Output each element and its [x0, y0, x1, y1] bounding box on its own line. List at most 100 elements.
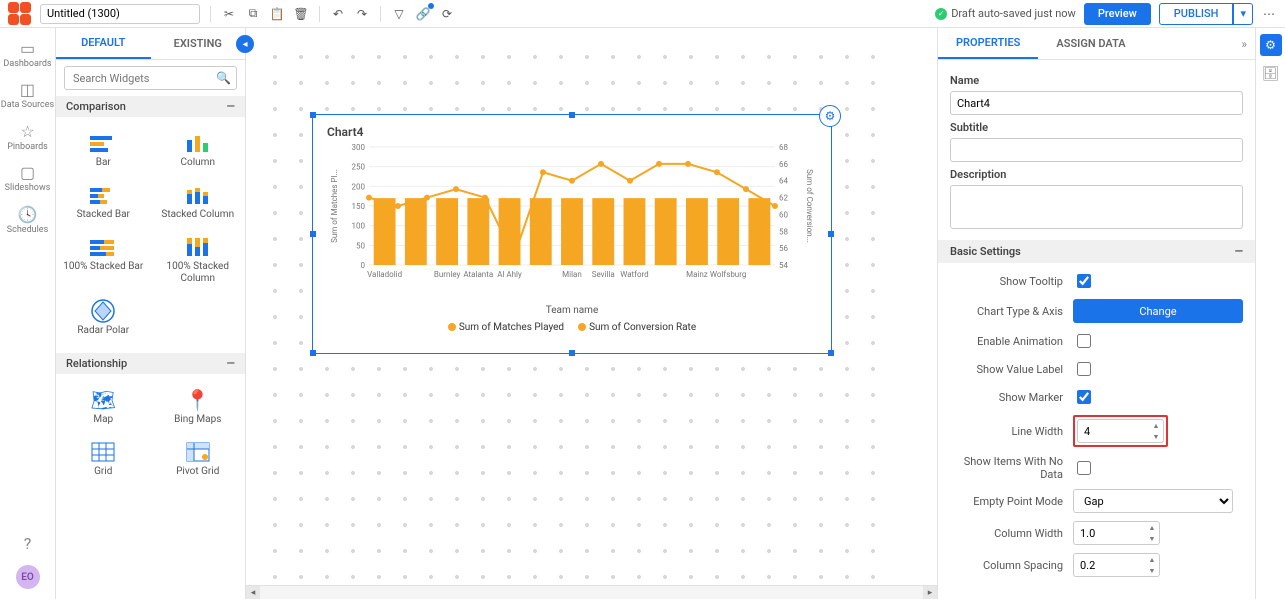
line-width-input[interactable] — [1077, 419, 1149, 443]
svg-text:300: 300 — [352, 143, 366, 152]
show-tooltip-checkbox[interactable] — [1077, 274, 1091, 288]
column-width-input[interactable] — [1073, 521, 1145, 545]
paste-icon[interactable]: 📋 — [269, 6, 285, 22]
label-show-value: Show Value Label — [950, 363, 1063, 376]
undo-icon[interactable]: ↶ — [330, 6, 346, 22]
spin-down-icon[interactable]: ▼ — [1145, 533, 1159, 544]
spin-up-icon[interactable]: ▲ — [1145, 522, 1159, 533]
svg-text:250: 250 — [352, 163, 366, 172]
nav-data-sources[interactable]: ◫Data Sources — [1, 81, 54, 110]
database-icon[interactable]: 🗄 — [1262, 66, 1280, 82]
tab-default[interactable]: DEFAULT — [56, 28, 151, 59]
column-spacing-input[interactable] — [1073, 553, 1145, 577]
label-show-no-data: Show Items With No Data — [950, 455, 1063, 481]
empty-point-mode-select[interactable]: Gap — [1073, 489, 1233, 513]
nav-schedules[interactable]: 🕓Schedules — [7, 206, 48, 235]
svg-text:200: 200 — [352, 182, 366, 191]
label-show-marker: Show Marker — [950, 391, 1063, 404]
expand-panel-icon[interactable]: » — [1233, 37, 1255, 51]
subtitle-input[interactable] — [950, 138, 1243, 162]
widget-sidebar: DEFAULT EXISTING ◂ 🔍 Comparison— Bar Col… — [56, 28, 246, 599]
svg-text:Mainz: Mainz — [686, 270, 708, 279]
nav-dashboards[interactable]: ▭Dashboards — [3, 40, 51, 69]
svg-text:66: 66 — [779, 160, 788, 169]
minus-icon: — — [227, 100, 235, 113]
svg-text:0: 0 — [361, 261, 366, 270]
svg-text:Atalanta: Atalanta — [463, 270, 493, 279]
widget-column[interactable]: Column — [151, 125, 246, 177]
collapse-sidebar-icon[interactable]: ◂ — [236, 35, 254, 53]
refresh-icon[interactable]: ⟳ — [439, 6, 455, 22]
widget-map[interactable]: 🗺Map — [56, 382, 151, 434]
design-canvas[interactable]: ⚙ Chart4 0501001502002503005456586062646… — [246, 28, 937, 599]
spin-up-icon[interactable]: ▲ — [1149, 420, 1163, 431]
chart-xlabel: Team name — [313, 305, 831, 316]
section-basic-settings[interactable]: Basic Settings— — [938, 240, 1255, 263]
filter-icon[interactable]: ▽ — [391, 6, 407, 22]
chart-title: Chart4 — [313, 115, 831, 139]
tab-properties[interactable]: PROPERTIES — [938, 28, 1038, 59]
show-marker-checkbox[interactable] — [1077, 390, 1091, 404]
svg-text:60: 60 — [779, 210, 788, 219]
svg-text:68: 68 — [779, 143, 788, 152]
tab-assign-data[interactable]: ASSIGN DATA — [1038, 29, 1143, 58]
widget-grid[interactable]: Grid — [56, 434, 151, 486]
widget-radar-polar[interactable]: Radar Polar — [56, 293, 151, 345]
search-icon: 🔍 — [216, 71, 231, 85]
nav-slideshows[interactable]: ▢Slideshows — [5, 164, 51, 193]
publish-dropdown[interactable]: ▾ — [1233, 3, 1253, 25]
preview-button[interactable]: Preview — [1084, 3, 1151, 25]
name-input[interactable] — [950, 91, 1243, 115]
minus-icon: — — [1235, 245, 1243, 258]
description-input[interactable] — [950, 185, 1243, 229]
widget-pivot-grid[interactable]: Pivot Grid — [151, 434, 246, 486]
user-avatar[interactable]: EO — [16, 565, 40, 589]
cut-icon[interactable]: ✂ — [221, 6, 237, 22]
label-enable-animation: Enable Animation — [950, 335, 1063, 348]
change-chart-type-button[interactable]: Change — [1073, 299, 1243, 323]
spin-down-icon[interactable]: ▼ — [1149, 431, 1163, 442]
widget-settings-icon[interactable]: ⚙ — [819, 105, 841, 127]
minus-icon: — — [227, 357, 235, 370]
show-no-data-checkbox[interactable] — [1077, 461, 1091, 475]
horizontal-scrollbar[interactable]: ◂ ▸ — [246, 585, 937, 599]
enable-animation-checkbox[interactable] — [1077, 334, 1091, 348]
show-value-label-checkbox[interactable] — [1077, 362, 1091, 376]
widget-stacked-column[interactable]: Stacked Column — [151, 177, 246, 229]
nav-pinboards[interactable]: ☆Pinboards — [7, 123, 48, 152]
chart-widget[interactable]: ⚙ Chart4 0501001502002503005456586062646… — [312, 114, 832, 354]
delete-icon[interactable]: 🗑 — [293, 6, 309, 22]
app-logo — [8, 2, 32, 26]
right-panel: PROPERTIES ASSIGN DATA » Name Subtitle D… — [937, 28, 1285, 599]
spin-down-icon[interactable]: ▼ — [1145, 565, 1159, 576]
section-relationship[interactable]: Relationship— — [56, 353, 245, 374]
widget-bar[interactable]: Bar — [56, 125, 151, 177]
link-icon[interactable]: 🔗 — [415, 6, 431, 22]
datasources-icon: ◫ — [20, 81, 35, 99]
scroll-right-icon[interactable]: ▸ — [923, 586, 937, 599]
svg-text:Al Ahly: Al Ahly — [497, 270, 522, 279]
widget-100-stacked-column[interactable]: 100% Stacked Column — [151, 229, 246, 293]
widget-100-stacked-bar[interactable]: 100% Stacked Bar — [56, 229, 151, 293]
spin-up-icon[interactable]: ▲ — [1145, 554, 1159, 565]
tab-existing[interactable]: EXISTING — [151, 29, 246, 58]
scroll-left-icon[interactable]: ◂ — [246, 586, 260, 599]
check-icon: ✓ — [935, 8, 947, 20]
gear-icon[interactable]: ⚙ — [1260, 34, 1282, 56]
help-icon[interactable]: ? — [24, 534, 32, 553]
svg-text:54: 54 — [779, 261, 788, 270]
publish-button[interactable]: PUBLISH — [1159, 3, 1234, 25]
redo-icon[interactable]: ↷ — [354, 6, 370, 22]
svg-text:56: 56 — [779, 244, 788, 253]
svg-text:Burnley: Burnley — [434, 270, 461, 279]
svg-text:100: 100 — [352, 222, 366, 231]
more-icon[interactable]: ⋯ — [1261, 6, 1277, 22]
schedules-icon: 🕓 — [18, 206, 38, 224]
label-show-tooltip: Show Tooltip — [950, 275, 1063, 288]
widget-bing-maps[interactable]: 📍Bing Maps — [151, 382, 246, 434]
section-comparison[interactable]: Comparison— — [56, 96, 245, 117]
widget-stacked-bar[interactable]: Stacked Bar — [56, 177, 151, 229]
search-widgets-input[interactable] — [64, 66, 237, 90]
copy-icon[interactable]: ⧉ — [245, 6, 261, 22]
dashboard-title-input[interactable] — [40, 4, 200, 24]
